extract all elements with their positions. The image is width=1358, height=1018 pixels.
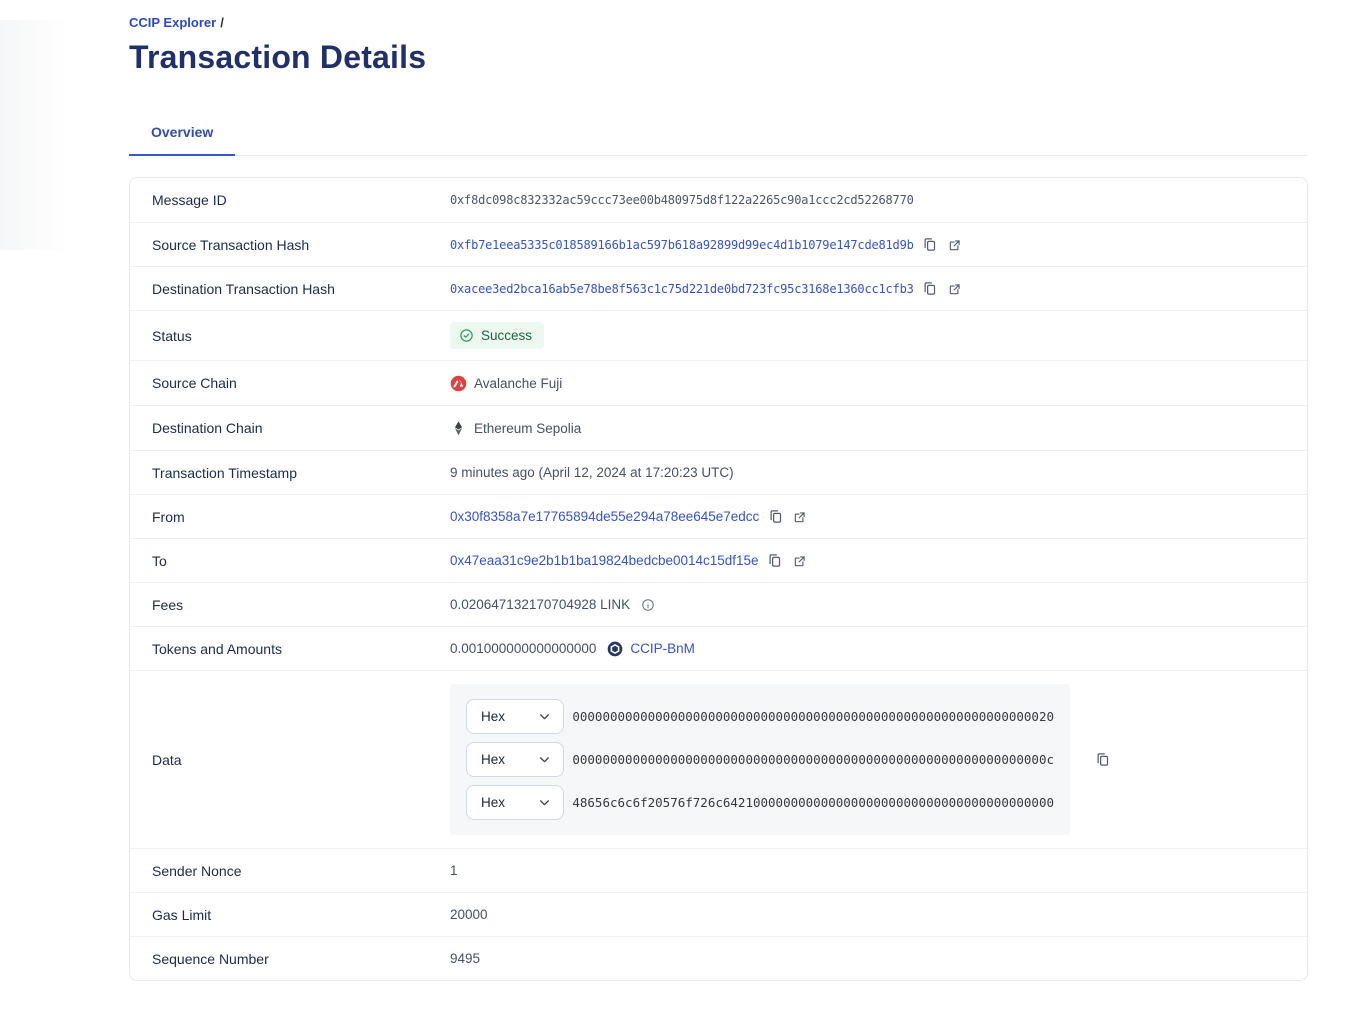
breadcrumb-ccip-explorer-link[interactable]: CCIP Explorer [129, 15, 216, 30]
copy-icon[interactable] [921, 280, 939, 298]
source-chain-name: Avalanche Fuji [474, 376, 562, 391]
copy-icon[interactable] [766, 508, 784, 526]
data-hex-value-2: 0000000000000000000000000000000000000000… [572, 752, 1054, 767]
timestamp-label: Transaction Timestamp [130, 465, 450, 481]
check-circle-icon [459, 328, 474, 343]
page-title: Transaction Details [129, 39, 1308, 76]
external-link-icon[interactable] [791, 508, 809, 526]
data-line-3: Hex 48656c6c6f20576f726c6421000000000000… [466, 785, 1054, 820]
row-to: To 0x47eaa31c9e2b1b1ba19824bedcbe0014c15… [130, 538, 1307, 582]
ethereum-icon [450, 420, 467, 437]
data-hex-block: Hex 000000000000000000000000000000000000… [450, 684, 1070, 835]
data-line-2: Hex 000000000000000000000000000000000000… [466, 742, 1054, 777]
copy-icon[interactable] [1093, 751, 1111, 769]
data-hex-value-1: 0000000000000000000000000000000000000000… [572, 709, 1054, 724]
sequence-number-label: Sequence Number [130, 951, 450, 967]
hex-select-value: Hex [481, 752, 505, 767]
row-gas-limit: Gas Limit 20000 [130, 892, 1307, 936]
from-address-link[interactable]: 0x30f8358a7e17765894de55e294a78ee645e7ed… [450, 509, 759, 524]
data-label: Data [130, 752, 450, 768]
chevron-down-icon [538, 796, 551, 809]
dest-chain-name: Ethereum Sepolia [474, 421, 581, 436]
avalanche-icon [450, 375, 467, 392]
fees-value: 0.020647132170704928 LINK [450, 597, 630, 612]
row-source-chain: Source Chain Avalanche Fuji [130, 360, 1307, 405]
data-hex-value-3: 48656c6c6f20576f726c64210000000000000000… [572, 795, 1054, 810]
message-id-value: 0xf8dc098c832332ac59ccc73ee00b480975d8f1… [450, 193, 914, 207]
to-label: To [130, 553, 450, 569]
source-tx-hash-link[interactable]: 0xfb7e1eea5335c018589166b1ac597b618a9289… [450, 238, 914, 252]
row-fees: Fees 0.020647132170704928 LINK [130, 582, 1307, 626]
data-line-1: Hex 000000000000000000000000000000000000… [466, 699, 1054, 734]
external-link-icon[interactable] [946, 236, 964, 254]
to-address-link[interactable]: 0x47eaa31c9e2b1b1ba19824bedcbe0014c15df1… [450, 553, 759, 568]
gas-limit-label: Gas Limit [130, 907, 450, 923]
chevron-down-icon [538, 710, 551, 723]
breadcrumb-separator: / [220, 15, 224, 30]
chevron-down-icon [538, 753, 551, 766]
source-chain-label: Source Chain [130, 375, 450, 391]
dest-tx-hash-link[interactable]: 0xacee3ed2bca16ab5e78be8f563c1c75d221de0… [450, 282, 914, 296]
external-link-icon[interactable] [791, 552, 809, 570]
status-badge: Success [450, 322, 544, 349]
row-message-id: Message ID 0xf8dc098c832332ac59ccc73ee00… [130, 178, 1307, 222]
sequence-number-value: 9495 [450, 951, 480, 966]
dest-chain-label: Destination Chain [130, 420, 450, 436]
status-label: Status [130, 328, 450, 344]
ccip-bnm-token-icon [607, 641, 623, 657]
message-id-label: Message ID [130, 192, 450, 208]
hex-format-select[interactable]: Hex [466, 785, 564, 820]
row-timestamp: Transaction Timestamp 9 minutes ago (Apr… [130, 450, 1307, 494]
copy-icon[interactable] [921, 236, 939, 254]
token-amount: 0.001000000000000000 [450, 641, 596, 656]
from-label: From [130, 509, 450, 525]
page-content: CCIP Explorer / Transaction Details Overv… [0, 0, 1358, 981]
external-link-icon[interactable] [946, 280, 964, 298]
timestamp-value: 9 minutes ago (April 12, 2024 at 17:20:2… [450, 465, 734, 480]
info-icon[interactable] [641, 598, 655, 612]
sender-nonce-value: 1 [450, 863, 458, 878]
hex-format-select[interactable]: Hex [466, 699, 564, 734]
tab-bar: Overview [129, 114, 1308, 156]
fees-label: Fees [130, 597, 450, 613]
row-tokens-and-amounts: Tokens and Amounts 0.001000000000000000 … [130, 626, 1307, 670]
ccip-bnm-token-link[interactable]: CCIP-BnM [630, 641, 695, 656]
sender-nonce-label: Sender Nonce [130, 863, 450, 879]
row-dest-tx-hash: Destination Transaction Hash 0xacee3ed2b… [130, 266, 1307, 310]
hex-select-value: Hex [481, 709, 505, 724]
hex-format-select[interactable]: Hex [466, 742, 564, 777]
row-source-tx-hash: Source Transaction Hash 0xfb7e1eea5335c0… [130, 222, 1307, 266]
hex-select-value: Hex [481, 795, 505, 810]
copy-icon[interactable] [766, 552, 784, 570]
row-sequence-number: Sequence Number 9495 [130, 936, 1307, 980]
row-dest-chain: Destination Chain Ethereum Sepolia [130, 405, 1307, 450]
breadcrumb: CCIP Explorer / [129, 0, 1308, 30]
dest-tx-hash-label: Destination Transaction Hash [130, 281, 450, 297]
status-text: Success [481, 328, 532, 343]
tab-overview[interactable]: Overview [129, 114, 235, 156]
row-data: Data Hex 0000000000000000000000000000000… [130, 670, 1307, 848]
row-sender-nonce: Sender Nonce 1 [130, 848, 1307, 892]
source-tx-hash-label: Source Transaction Hash [130, 237, 450, 253]
gas-limit-value: 20000 [450, 907, 488, 922]
tokens-label: Tokens and Amounts [130, 641, 450, 657]
transaction-details-table: Message ID 0xf8dc098c832332ac59ccc73ee00… [129, 177, 1308, 981]
row-status: Status Success [130, 310, 1307, 360]
row-from: From 0x30f8358a7e17765894de55e294a78ee64… [130, 494, 1307, 538]
